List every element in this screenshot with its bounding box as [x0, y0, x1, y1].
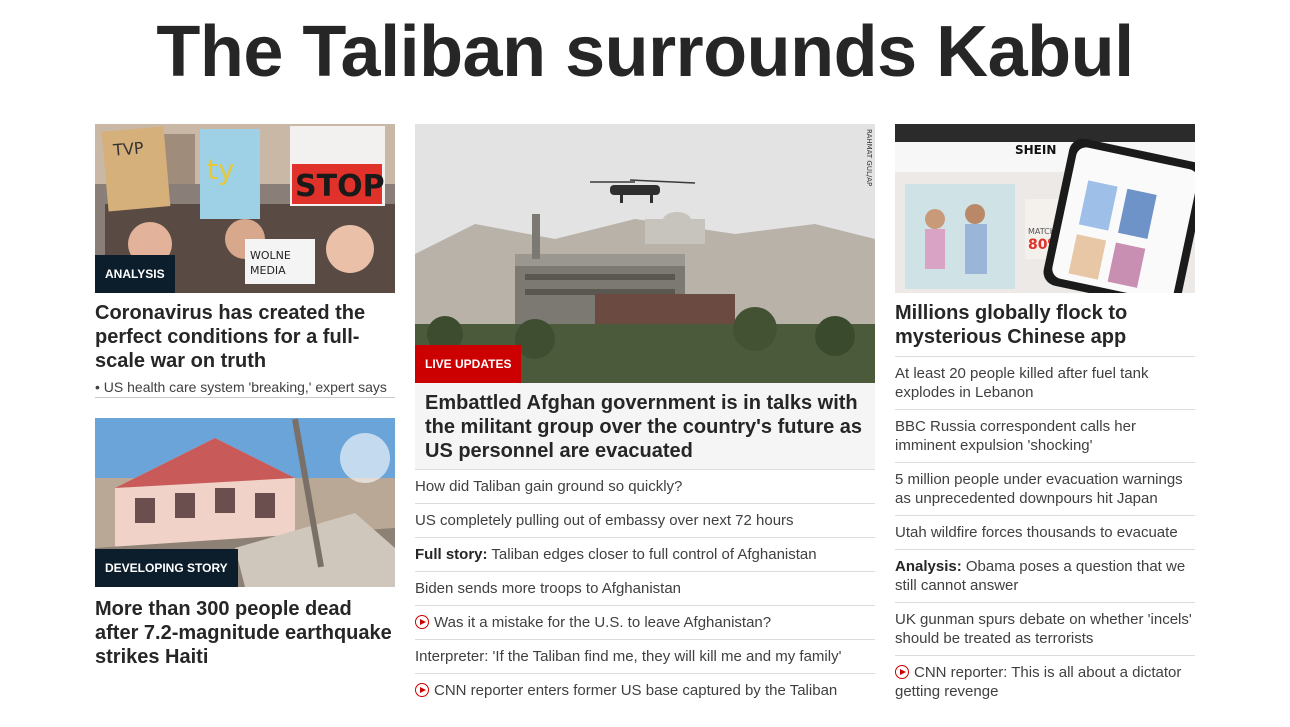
live-updates-badge: LIVE UPDATES [415, 345, 522, 383]
page-headline[interactable]: The Taliban surrounds Kabul [0, 10, 1290, 94]
svg-text:STOP: STOP [295, 169, 385, 204]
list-item[interactable]: CNN reporter: This is all about a dictat… [895, 655, 1195, 708]
lead-image[interactable]: RAHMAT GUL/AP LIVE UPDATES [415, 124, 875, 383]
list-item[interactable]: Full story: Taliban edges closer to full… [415, 537, 875, 571]
middle-column: RAHMAT GUL/AP LIVE UPDATES Embattled Afg… [415, 124, 875, 707]
lead-related-list: How did Taliban gain ground so quickly? … [415, 469, 875, 707]
list-item[interactable]: Interpreter: 'If the Taliban find me, th… [415, 639, 875, 673]
link-text[interactable]: CNN reporter: This is all about a dictat… [895, 664, 1181, 700]
link-prefix: Analysis: [895, 558, 962, 575]
list-item[interactable]: 5 million people under evacuation warnin… [895, 462, 1195, 515]
list-item[interactable]: Utah wildfire forces thousands to evacua… [895, 515, 1195, 549]
story-card-haiti[interactable]: DEVELOPING STORY More than 300 people de… [95, 418, 395, 669]
story-title[interactable]: More than 300 people dead after 7.2-magn… [95, 597, 395, 669]
link-text[interactable]: CNN reporter enters former US base captu… [434, 682, 837, 699]
related-link[interactable]: • US health care system 'breaking,' expe… [95, 379, 395, 398]
lead-story-title[interactable]: Embattled Afghan government is in talks … [415, 383, 875, 469]
developing-story-badge: DEVELOPING STORY [95, 549, 238, 587]
shein-app-photo-icon: SHEIN MATCHING APP 80% O [895, 124, 1195, 293]
link-text[interactable]: Biden sends more troops to Afghanistan [415, 580, 681, 597]
video-play-icon [415, 683, 429, 697]
story-card-coronavirus[interactable]: TVP ty STOP WOLNE MEDIA ANALYSIS Coronav… [95, 124, 395, 398]
shein-image[interactable]: SHEIN MATCHING APP 80% O [895, 124, 1195, 293]
link-text[interactable]: 5 million people under evacuation warnin… [895, 471, 1183, 507]
link-text[interactable]: At least 20 people killed after fuel tan… [895, 365, 1149, 401]
list-item[interactable]: Was it a mistake for the U.S. to leave A… [415, 605, 875, 639]
svg-text:WOLNE: WOLNE [250, 249, 291, 262]
analysis-badge: ANALYSIS [95, 255, 175, 293]
story-title[interactable]: Coronavirus has created the perfect cond… [95, 301, 395, 373]
shein-brand-text: SHEIN [1015, 143, 1056, 157]
link-text[interactable]: Utah wildfire forces thousands to evacua… [895, 524, 1178, 541]
link-text[interactable]: BBC Russia correspondent calls her immin… [895, 418, 1136, 454]
list-item[interactable]: BBC Russia correspondent calls her immin… [895, 409, 1195, 462]
svg-text:RAHMAT GUL/AP: RAHMAT GUL/AP [865, 129, 873, 186]
link-text[interactable]: UK gunman spurs debate on whether 'incel… [895, 611, 1192, 647]
link-text[interactable]: How did Taliban gain ground so quickly? [415, 478, 682, 495]
right-column: SHEIN MATCHING APP 80% O Millions global… [895, 124, 1195, 708]
list-item[interactable]: UK gunman spurs debate on whether 'incel… [895, 602, 1195, 655]
svg-text:MEDIA: MEDIA [250, 264, 286, 277]
list-item[interactable]: Analysis: Obama poses a question that we… [895, 549, 1195, 602]
list-item[interactable]: US completely pulling out of embassy ove… [415, 503, 875, 537]
list-item[interactable]: At least 20 people killed after fuel tan… [895, 356, 1195, 409]
link-text[interactable]: Taliban edges closer to full control of … [488, 546, 816, 563]
earthquake-image[interactable]: DEVELOPING STORY [95, 418, 395, 587]
svg-text:ty: ty [207, 153, 235, 186]
list-item[interactable]: Biden sends more troops to Afghanistan [415, 571, 875, 605]
list-item[interactable]: CNN reporter enters former US base captu… [415, 673, 875, 707]
protest-image[interactable]: TVP ty STOP WOLNE MEDIA ANALYSIS [95, 124, 395, 293]
video-play-icon [415, 615, 429, 629]
left-column: TVP ty STOP WOLNE MEDIA ANALYSIS Coronav… [95, 124, 395, 668]
link-text[interactable]: Was it a mistake for the U.S. to leave A… [434, 614, 771, 631]
video-play-icon [895, 665, 909, 679]
link-prefix: Full story: [415, 546, 488, 563]
list-item[interactable]: How did Taliban gain ground so quickly? [415, 469, 875, 503]
svg-text:TVP: TVP [111, 138, 144, 160]
right-related-list: At least 20 people killed after fuel tan… [895, 356, 1195, 708]
link-text[interactable]: US completely pulling out of embassy ove… [415, 512, 794, 529]
link-text[interactable]: Interpreter: 'If the Taliban find me, th… [415, 648, 841, 665]
story-title[interactable]: Millions globally flock to mysterious Ch… [895, 301, 1195, 349]
